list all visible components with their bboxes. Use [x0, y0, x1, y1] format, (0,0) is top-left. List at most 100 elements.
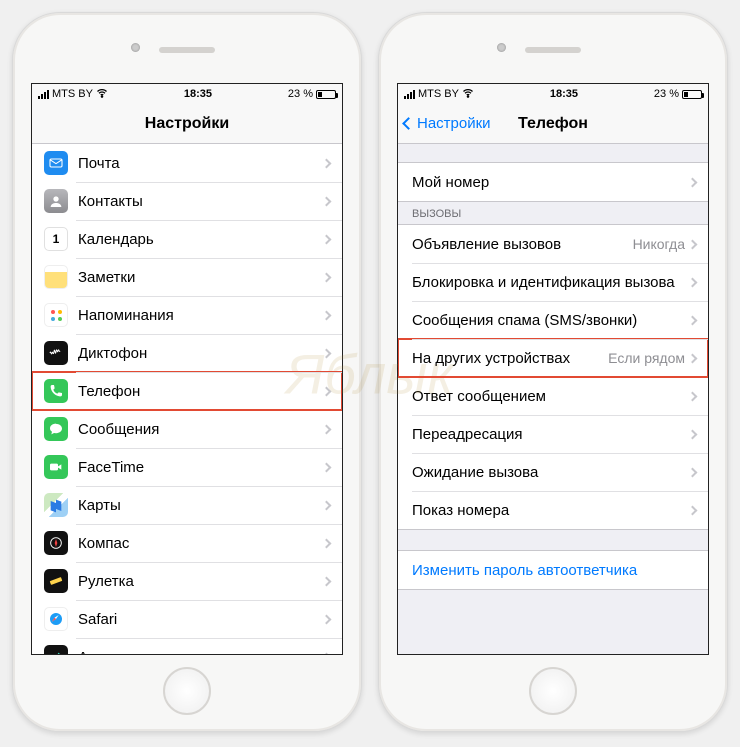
home-button[interactable] [163, 667, 211, 715]
settings-row-safari[interactable]: Safari [32, 600, 342, 638]
row-label: Диктофон [78, 345, 323, 362]
settings-row-msg[interactable]: Сообщения [32, 410, 342, 448]
row-label: Ответ сообщением [412, 388, 689, 405]
group-calls: Объявление вызововНикогда Блокировка и ид… [398, 224, 708, 530]
clock: 18:35 [108, 88, 288, 100]
row-label: Сообщения [78, 421, 323, 438]
back-label: Настройки [417, 115, 491, 132]
chevron-right-icon [688, 429, 698, 439]
chevron-right-icon [322, 272, 332, 282]
settings-row[interactable]: Ожидание вызова [398, 453, 708, 491]
ft-icon [44, 455, 68, 479]
chevron-right-icon [688, 277, 698, 287]
chevron-right-icon [322, 234, 332, 244]
settings-row-measure[interactable]: Рулетка [32, 562, 342, 600]
safari-icon [44, 607, 68, 631]
settings-row-mail[interactable]: Почта [32, 144, 342, 182]
front-camera [131, 43, 140, 52]
signal-icon [38, 90, 49, 99]
contacts-icon [44, 189, 68, 213]
row-label: Объявление вызовов [412, 236, 633, 253]
settings-row[interactable]: Сообщения спама (SMS/звонки) [398, 301, 708, 339]
chevron-right-icon [322, 462, 332, 472]
settings-row-compass[interactable]: Компас [32, 524, 342, 562]
speaker-grille [525, 47, 581, 53]
settings-row[interactable]: Блокировка и идентификация вызова [398, 263, 708, 301]
chevron-right-icon [322, 348, 332, 358]
row-label: Блокировка и идентификация вызова [412, 274, 689, 291]
remind-icon [44, 303, 68, 327]
settings-row-contacts[interactable]: Контакты [32, 182, 342, 220]
row-label: Ожидание вызова [412, 464, 689, 481]
settings-list[interactable]: Почта Контакты 1 Календарь Заметки Напоминани… [32, 144, 342, 654]
settings-row[interactable]: Ответ сообщением [398, 377, 708, 415]
chevron-right-icon [688, 467, 698, 477]
battery-icon [682, 90, 702, 99]
row-value: Если рядом [608, 350, 685, 366]
chevron-right-icon [688, 239, 698, 249]
row-label: Компас [78, 535, 323, 552]
settings-row-stocks[interactable]: Акции [32, 638, 342, 654]
settings-row[interactable]: Показ номера [398, 491, 708, 529]
group-my-number: Мой номер [398, 162, 708, 202]
compass-icon [44, 531, 68, 555]
back-button[interactable]: Настройки [404, 104, 491, 143]
stocks-icon [44, 645, 68, 654]
settings-row-phone[interactable]: Телефон [32, 372, 342, 410]
phone-settings-list[interactable]: Мой номерВызовыОбъявление вызововНикогда… [398, 144, 708, 654]
row-label: Переадресация [412, 426, 689, 443]
row-label: Заметки [78, 269, 323, 286]
signal-icon [404, 90, 415, 99]
chevron-left-icon [402, 117, 415, 130]
chevron-right-icon [322, 424, 332, 434]
screen-right: MTS BY 18:35 23 % Настройки Телефон Мой … [397, 83, 709, 655]
chevron-right-icon [688, 505, 698, 515]
maps-icon [44, 493, 68, 517]
change-voicemail-password[interactable]: Изменить пароль автоответчика [398, 551, 708, 589]
row-label: Рулетка [78, 573, 323, 590]
chevron-right-icon [322, 310, 332, 320]
settings-row-cal[interactable]: 1 Календарь [32, 220, 342, 258]
carrier-label: MTS BY [418, 88, 459, 100]
group-voicemail: Изменить пароль автоответчика [398, 550, 708, 590]
row-label: Сообщения спама (SMS/звонки) [412, 312, 689, 329]
battery-percent: 23 % [288, 88, 313, 100]
settings-row[interactable]: На других устройствахЕсли рядом [398, 339, 708, 377]
settings-row-notes[interactable]: Заметки [32, 258, 342, 296]
clock: 18:35 [474, 88, 654, 100]
iphone-frame-left: MTS BY 18:35 23 % Настройки ПочтаКонтакт… [12, 12, 362, 732]
row-label: FaceTime [78, 459, 323, 476]
chevron-right-icon [322, 158, 332, 168]
cal-icon: 1 [44, 227, 68, 251]
settings-row[interactable]: Переадресация [398, 415, 708, 453]
chevron-right-icon [322, 652, 332, 654]
settings-row[interactable]: Мой номер [398, 163, 708, 201]
row-label: Мой номер [412, 174, 689, 191]
nav-header: Настройки Телефон [398, 104, 708, 144]
row-label: Акции [78, 649, 323, 655]
row-label: Напоминания [78, 307, 323, 324]
settings-row-remind[interactable]: Напоминания [32, 296, 342, 334]
chevron-right-icon [688, 391, 698, 401]
row-label: Календарь [78, 231, 323, 248]
chevron-right-icon [322, 538, 332, 548]
settings-row-maps[interactable]: Карты [32, 486, 342, 524]
page-title: Телефон [518, 115, 588, 133]
chevron-right-icon [688, 353, 698, 363]
chevron-right-icon [322, 386, 332, 396]
row-label: Телефон [78, 383, 323, 400]
row-value: Никогда [633, 236, 685, 252]
chevron-right-icon [322, 614, 332, 624]
row-label: Почта [78, 155, 323, 172]
chevron-right-icon [688, 315, 698, 325]
voice-icon [44, 341, 68, 365]
home-button[interactable] [529, 667, 577, 715]
chevron-right-icon [322, 576, 332, 586]
settings-row-ft[interactable]: FaceTime [32, 448, 342, 486]
settings-row[interactable]: Объявление вызововНикогда [398, 225, 708, 263]
measure-icon [44, 569, 68, 593]
row-label: Safari [78, 611, 323, 628]
settings-row-voice[interactable]: Диктофон [32, 334, 342, 372]
wifi-icon [462, 87, 474, 102]
chevron-right-icon [688, 177, 698, 187]
